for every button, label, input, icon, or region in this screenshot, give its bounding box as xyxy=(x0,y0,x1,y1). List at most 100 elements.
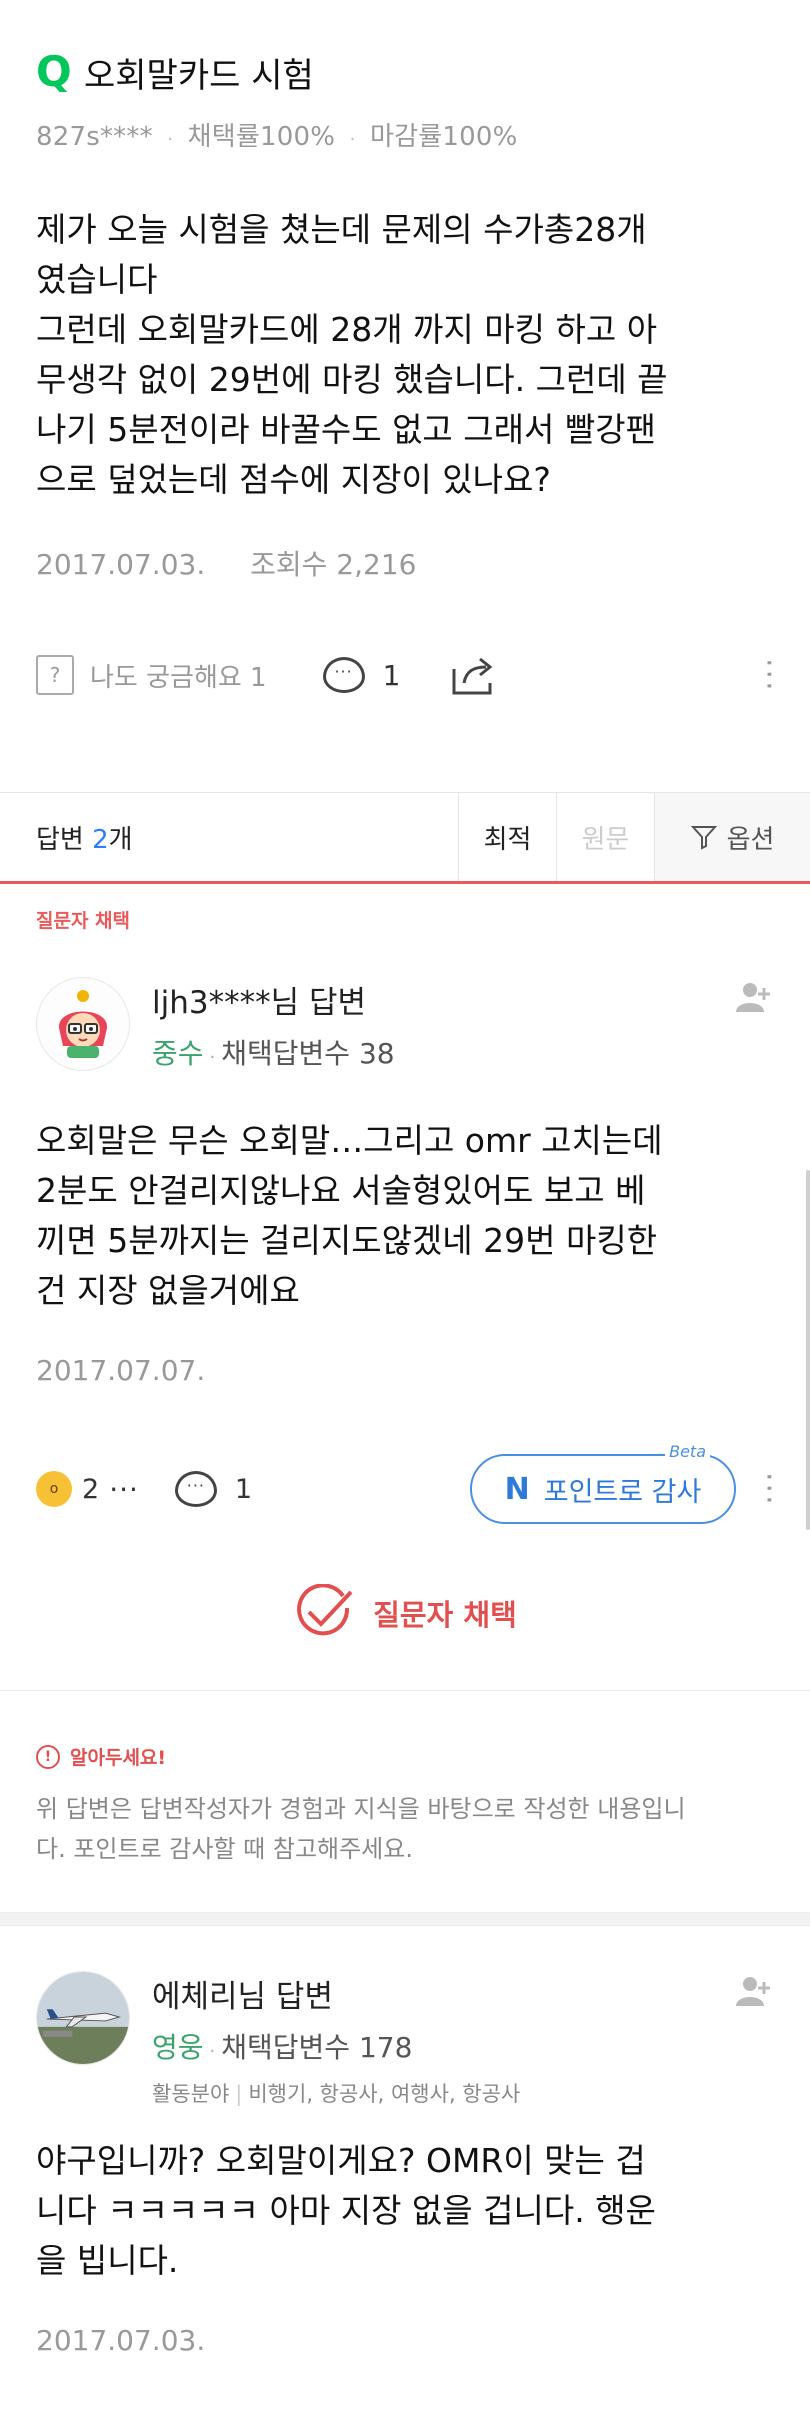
question-body-line: 나기 5분전이라 바꿀수도 없고 그래서 빨강팬 xyxy=(36,410,656,449)
section-divider xyxy=(0,1912,810,1926)
activity-field: 활동분야 | 비행기, 항공사, 여행사, 항공사 xyxy=(152,2078,520,2108)
answers-label: 답변 xyxy=(36,824,93,855)
curious-label: 나도 궁금해요 1 xyxy=(90,662,267,693)
answer-body-line: 2분도 안걸리지않나요 서술형있어도 보고 베 xyxy=(36,1171,646,1210)
chosen-count: 채택답변수 178 xyxy=(221,2030,413,2064)
filter-icon xyxy=(690,826,717,850)
check-circle-icon xyxy=(297,1584,353,1636)
question-section: Q 오회말카드 시험 827s**** · 채택률100% · 마감률100% … xyxy=(0,0,810,790)
meta-separator: · xyxy=(167,129,174,150)
add-friend-icon[interactable] xyxy=(734,1974,774,2010)
point-thanks-label: 포인트로 감사 xyxy=(543,1476,702,1508)
answer-date: 2017.07.07. xyxy=(36,1354,206,1387)
author-info: ljh3****님 답변 중수 · 채택답변수 38 xyxy=(152,977,395,1072)
question-body-line: 그런데 오회말카드에 28개 까지 마킹 하고 아 xyxy=(36,310,658,349)
rank-separator: · xyxy=(209,2040,216,2062)
close-rate: 마감률100% xyxy=(370,122,518,152)
question-body-line: 으로 덮었는데 점수에 지장이 있나요? xyxy=(36,460,551,499)
rank-separator: · xyxy=(209,1046,216,1068)
answer-comment-count: 1 xyxy=(234,1473,253,1505)
airplane-photo-icon xyxy=(37,1972,129,2064)
question-views: 조회수 2,216 xyxy=(250,548,417,581)
question-date: 2017.07.03. xyxy=(36,548,206,581)
chosen-count: 채택답변수 38 xyxy=(221,1036,395,1070)
avatar[interactable] xyxy=(36,977,130,1071)
question-body-line: 였습니다 xyxy=(36,260,158,299)
meta-separator: · xyxy=(349,129,356,150)
answers-count-number: 2 xyxy=(92,824,109,855)
question-body-line: 무생각 없이 29번에 마킹 했습니다. 그런데 끝 xyxy=(36,360,668,399)
options-label: 옵션 xyxy=(726,824,775,855)
answers-header-bar: 답변 2개 최적 원문 옵션 xyxy=(0,792,810,884)
avatar[interactable] xyxy=(36,1971,130,2065)
field-separator: | xyxy=(235,2082,243,2106)
rank-label: 중수 xyxy=(152,1036,204,1070)
answers-label-suffix: 개 xyxy=(108,824,133,855)
question-meta: 827s**** · 채택률100% · 마감률100% xyxy=(36,116,774,153)
curious-button[interactable]: ? 나도 궁금해요 1 xyxy=(36,655,267,695)
beta-tag: Beta xyxy=(665,1442,710,1461)
question-body: 제가 오늘 시험을 쳤는데 문제의 수가총28개 였습니다 그런데 오회말카드에… xyxy=(36,205,776,505)
more-vertical-icon[interactable]: ··· xyxy=(751,658,786,693)
point-thanks-button[interactable]: Beta N 포인트로 감사 xyxy=(470,1442,736,1524)
question-date-row: 2017.07.03. 조회수 2,216 xyxy=(36,543,774,583)
question-author[interactable]: 827s**** xyxy=(36,122,153,152)
author-rank: 중수 · 채택답변수 38 xyxy=(152,1032,395,1072)
add-friend-icon[interactable] xyxy=(734,980,774,1016)
avatar-character-icon xyxy=(58,990,108,1058)
author-name[interactable]: 에체리님 답변 xyxy=(152,1971,412,2016)
reaction-count: 2 xyxy=(82,1473,100,1505)
alert-icon: ! xyxy=(36,1744,60,1769)
sort-original-button[interactable]: 원문 xyxy=(556,793,654,881)
answers-count: 답변 2개 xyxy=(0,819,458,856)
options-button[interactable]: 옵션 xyxy=(654,793,810,881)
share-icon[interactable] xyxy=(450,653,496,697)
q-mark-icon: Q xyxy=(36,47,72,96)
chosen-badge: 질문자 채택 xyxy=(0,1584,810,1642)
answer-body: 오회말은 무슨 오회말…그리고 omr 고치는데 2분도 안걸리지않나요 서술형… xyxy=(36,1116,776,1316)
notice-box: ! 알아두세요! 위 답변은 답변작성자가 경험과 지식을 바탕으로 작성한 내… xyxy=(0,1690,810,1912)
question-comment-count: 1 xyxy=(382,658,401,692)
comment-icon: ··· xyxy=(174,1471,217,1507)
answer-body-line: 오회말은 무슨 오회말…그리고 omr 고치는데 xyxy=(36,1121,663,1160)
question-mark-icon: ? xyxy=(36,655,74,695)
surprised-emoji-icon[interactable]: o xyxy=(36,1471,72,1507)
chosen-badge-label: 질문자 채택 xyxy=(373,1598,517,1632)
answer-body-line: 끼면 5분까지는 걸리지도않겠네 29번 마킹한 xyxy=(36,1221,658,1260)
field-label: 활동분야 xyxy=(152,2082,230,2106)
notice-line: 다. 포인트로 감사할 때 참고해주세요. xyxy=(36,1835,413,1863)
question-title-row: Q 오회말카드 시험 xyxy=(36,47,774,96)
answer-actions: o 2 ··· ··· 1 Beta N 포인트로 감사 ··· xyxy=(36,1442,786,1526)
answer-date: 2017.07.03. xyxy=(36,2324,206,2357)
field-values: 비행기, 항공사, 여행사, 항공사 xyxy=(248,2082,521,2106)
more-vertical-icon[interactable]: ··· xyxy=(751,1472,786,1507)
notice-text: 위 답변은 답변작성자가 경험과 지식을 바탕으로 작성한 내용입니 다. 포인… xyxy=(36,1789,776,1869)
choose-rate: 채택률100% xyxy=(187,122,336,152)
question-title: 오회말카드 시험 xyxy=(84,55,314,96)
answer-body-line: 니다 ㅋㅋㅋㅋㅋ 아마 지장 없을 겁니다. 행운 xyxy=(36,2191,656,2230)
notice-title-row: ! 알아두세요! xyxy=(36,1743,166,1770)
rank-label: 영웅 xyxy=(152,2030,204,2064)
comment-icon: ··· xyxy=(322,657,365,693)
question-body-line: 제가 오늘 시험을 쳤는데 문제의 수가총28개 xyxy=(36,210,647,249)
answer-body-line: 을 빕니다. xyxy=(36,2241,179,2280)
scrollbar[interactable] xyxy=(806,1170,810,1530)
answer-comment-button[interactable]: ··· 1 xyxy=(174,1471,253,1507)
notice-line: 위 답변은 답변작성자가 경험과 지식을 바탕으로 작성한 내용입니 xyxy=(36,1795,686,1823)
answer-body-line: 건 지장 없을거에요 xyxy=(36,1271,300,1310)
reaction-more-button[interactable]: ··· xyxy=(109,1473,139,1506)
question-actions: ? 나도 궁금해요 1 ··· 1 ··· xyxy=(36,650,786,700)
notice-title: 알아두세요! xyxy=(70,1747,167,1769)
answer-body-line: 야구입니까? 오회말이게요? OMR이 맞는 겁 xyxy=(36,2141,646,2180)
question-comment-button[interactable]: ··· 1 xyxy=(322,657,401,693)
answer-author-row: ljh3****님 답변 중수 · 채택답변수 38 xyxy=(36,976,774,1072)
author-name[interactable]: ljh3****님 답변 xyxy=(152,977,395,1022)
answer-author-row: 에체리님 답변 영웅 · 채택답변수 178 xyxy=(36,1970,774,2066)
answer-card: 에체리님 답변 영웅 · 채택답변수 178 활동분야 | 비행기, 항공사, 여행사,… xyxy=(0,1926,810,2412)
answer-body: 야구입니까? 오회말이게요? OMR이 맞는 겁 니다 ㅋㅋㅋㅋㅋ 아마 지장 … xyxy=(36,2136,776,2286)
naver-n-icon: N xyxy=(504,1471,530,1507)
sort-best-button[interactable]: 최적 xyxy=(458,793,556,881)
author-info: 에체리님 답변 영웅 · 채택답변수 178 xyxy=(152,1971,412,2066)
chosen-label: 질문자 채택 xyxy=(36,910,131,932)
author-rank: 영웅 · 채택답변수 178 xyxy=(152,2026,412,2066)
